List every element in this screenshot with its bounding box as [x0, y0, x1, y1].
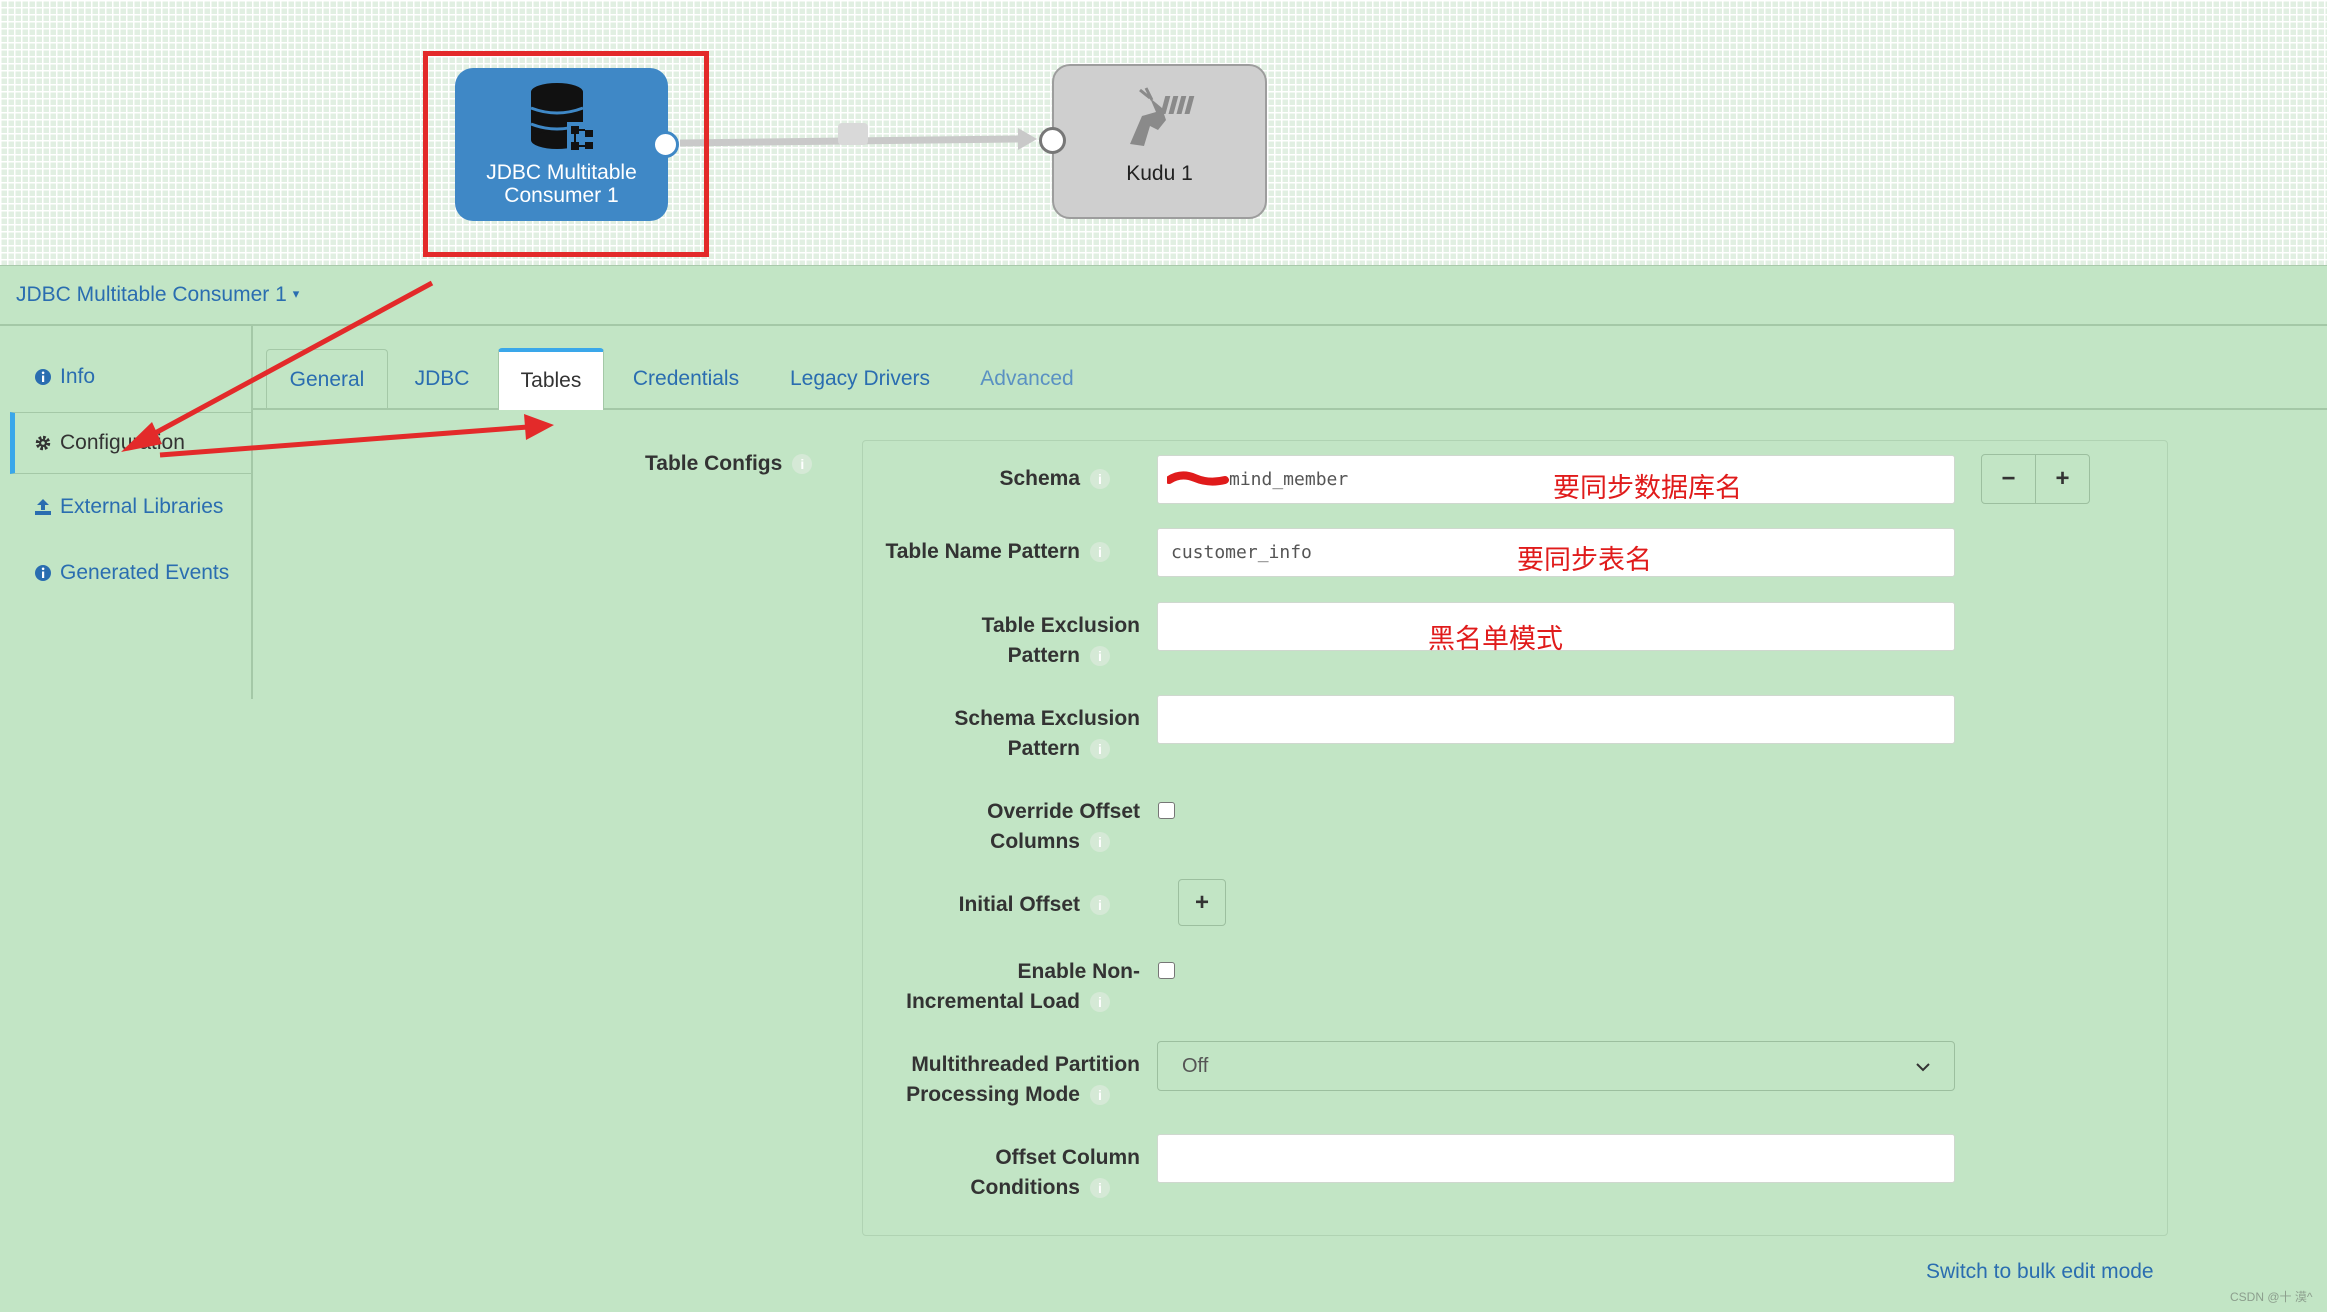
sidenav-item-external-libraries[interactable]: External Libraries — [10, 476, 251, 538]
schema-label: Schema i — [999, 464, 1110, 494]
override-offset-columns-label: Override Offset Columns i — [987, 800, 1140, 853]
redaction-scribble — [1167, 470, 1229, 486]
add-initial-offset-button[interactable]: + — [1178, 879, 1226, 926]
override-offset-columns-checkbox[interactable] — [1158, 802, 1175, 819]
info-circle-icon[interactable]: i — [1090, 469, 1110, 489]
stage-kudu[interactable]: Kudu 1 — [1052, 64, 1267, 219]
bulk-edit-mode-link[interactable]: Switch to bulk edit mode — [1926, 1260, 2154, 1284]
info-circle-icon[interactable]: i — [1090, 895, 1110, 915]
offset-column-conditions-input[interactable] — [1157, 1134, 1955, 1183]
schema-exclusion-pattern-label: Schema Exclusion Pattern i — [954, 707, 1140, 760]
gear-icon — [34, 434, 52, 452]
info-circle-icon[interactable]: i — [1090, 1085, 1110, 1105]
stage-sidenav: Info Configuration External Libraries Ge… — [0, 326, 253, 699]
divider — [0, 324, 2327, 326]
info-circle-icon[interactable]: i — [1090, 992, 1110, 1012]
input-port[interactable] — [1039, 127, 1066, 154]
tab-tables[interactable]: Tables — [498, 348, 604, 410]
table-configs-label: Table Configs i — [645, 452, 813, 476]
info-circle-icon — [34, 368, 52, 386]
kudu-antelope-icon — [1122, 86, 1198, 157]
tab-credentials[interactable]: Credentials — [616, 349, 756, 409]
table-name-pattern-label: Table Name Pattern i — [885, 537, 1110, 567]
annotation-schema: 要同步数据库名 — [1553, 473, 1742, 503]
info-circle-icon[interactable]: i — [1090, 542, 1110, 562]
tab-jdbc[interactable]: JDBC — [396, 349, 488, 409]
caret-down-icon: ▾ — [292, 286, 300, 301]
multithreaded-partition-label: Multithreaded Partition Processing Mode i — [906, 1053, 1140, 1106]
info-circle-icon[interactable]: i — [1090, 1178, 1110, 1198]
sidenav-item-info[interactable]: Info — [10, 346, 251, 408]
enable-non-incremental-label: Enable Non- Incremental Load i — [906, 960, 1140, 1013]
tab-legacy-drivers[interactable]: Legacy Drivers — [776, 349, 944, 409]
watermark: CSDN @十 漠^ — [2230, 1290, 2313, 1304]
info-circle-icon[interactable]: i — [1090, 832, 1110, 852]
tab-general[interactable]: General — [266, 349, 388, 409]
highlight-annotation-box — [423, 51, 709, 257]
schema-exclusion-pattern-input[interactable] — [1157, 695, 1955, 744]
offset-column-conditions-label: Offset Column Conditions i — [970, 1146, 1140, 1199]
info-circle-icon[interactable]: i — [1090, 646, 1110, 666]
upload-icon — [34, 498, 52, 516]
annotation-table: 要同步表名 — [1517, 545, 1652, 575]
annotation-exclusion: 黑名单模式 — [1428, 624, 1563, 654]
tab-advanced[interactable]: Advanced — [966, 349, 1088, 409]
multithreaded-partition-select[interactable]: Off — [1157, 1041, 1955, 1091]
pipeline-canvas[interactable]: JDBC Multitable Consumer 1 Kudu 1 — [0, 0, 2327, 266]
info-circle-icon[interactable]: i — [792, 454, 813, 474]
sidenav-item-generated-events[interactable]: Generated Events — [10, 542, 251, 604]
add-config-button[interactable]: + — [2035, 454, 2090, 504]
info-circle-icon[interactable]: i — [1090, 739, 1110, 759]
stage-label: Kudu 1 — [1126, 162, 1193, 185]
remove-config-button[interactable]: − — [1981, 454, 2036, 504]
stage-title-dropdown[interactable]: JDBC Multitable Consumer 1 ▾ — [16, 283, 299, 307]
enable-non-incremental-checkbox[interactable] — [1158, 962, 1175, 979]
chevron-down-icon — [1916, 1055, 1930, 1078]
info-circle-icon — [34, 564, 52, 582]
table-exclusion-pattern-label: Table Exclusion Pattern i — [981, 614, 1140, 667]
initial-offset-label: Initial Offset i — [959, 890, 1110, 920]
sidenav-item-configuration[interactable]: Configuration — [10, 412, 251, 474]
